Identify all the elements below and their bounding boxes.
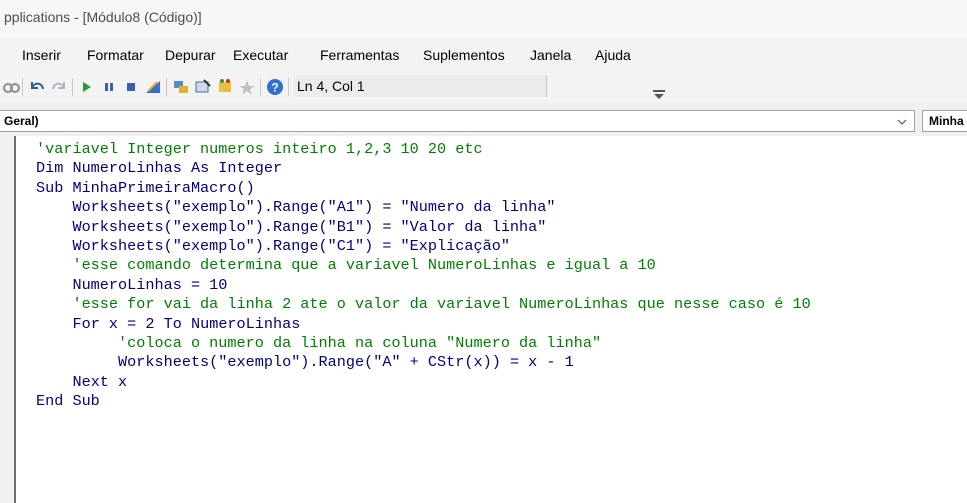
procedure-combo[interactable]: Minha: [922, 110, 967, 132]
code-comment: 'esse comando determina que a variavel N…: [36, 256, 656, 275]
design-mode-icon[interactable]: [144, 78, 162, 96]
procedure-combo-value: Minha: [929, 114, 964, 128]
cursor-position-box: Ln 4, Col 1: [294, 75, 547, 97]
project-explorer-icon[interactable]: [172, 78, 190, 96]
menu-executar[interactable]: Executar: [233, 47, 288, 63]
title-bar: pplications - [Módulo8 (Código)]: [0, 0, 967, 38]
code-comment: 'esse for vai da linha 2 ate o valor da …: [36, 295, 811, 314]
code-token: NumeroLinhas: [63, 159, 191, 178]
code-text[interactable]: 'variavel Integer numeros inteiro 1,2,3 …: [36, 140, 811, 411]
code-line[interactable]: Worksheets("exemplo").Range("C1") = "Exp…: [36, 237, 811, 256]
code-token: NumeroLinhas: [181, 314, 301, 333]
menu-formatar[interactable]: Formatar: [87, 47, 144, 63]
code-line[interactable]: Worksheets("exemplo").Range("A1") = "Num…: [36, 198, 811, 217]
undo-icon[interactable]: [28, 78, 46, 96]
margin-indicator-bar: [0, 136, 14, 503]
help-icon[interactable]: ?: [266, 78, 284, 96]
code-line[interactable]: Dim NumeroLinhas As Integer: [36, 159, 811, 178]
menu-ajuda[interactable]: Ajuda: [595, 47, 631, 63]
window-title: pplications - [Módulo8 (Código)]: [4, 9, 202, 25]
code-token: x = 2: [99, 314, 164, 333]
svg-text:?: ?: [271, 81, 278, 95]
code-line[interactable]: 'coloca o numero da linha na coluna "Num…: [36, 334, 811, 353]
toolbar-separator: [166, 78, 167, 96]
break-icon[interactable]: [100, 78, 118, 96]
menu-depurar[interactable]: Depurar: [165, 47, 216, 63]
code-keyword: End Sub: [36, 392, 100, 411]
chevron-down-icon[interactable]: [895, 117, 909, 127]
redo-icon[interactable]: [50, 78, 68, 96]
cursor-position-label: Ln 4, Col 1: [297, 78, 365, 94]
toolbar-separator: [288, 78, 289, 96]
menu-ferramentas[interactable]: Ferramentas: [320, 47, 399, 63]
code-keyword: Dim: [36, 159, 64, 178]
code-token: Worksheets("exemplo").Range("C1") = "Exp…: [36, 236, 510, 255]
code-keyword: CStr: [427, 353, 465, 372]
reset-icon[interactable]: [122, 78, 140, 96]
menu-suplementos[interactable]: Suplementos: [423, 47, 505, 63]
code-line[interactable]: End Sub: [36, 392, 811, 411]
menu-janela[interactable]: Janela: [530, 47, 571, 63]
code-token: NumeroLinhas = 10: [36, 275, 228, 294]
code-token: Worksheets("exemplo").Range("A" +: [36, 353, 428, 372]
toolbox-icon[interactable]: [238, 78, 256, 96]
code-keyword: Next: [72, 372, 109, 391]
menu-bar: Inserir Formatar Depurar Executar Ferram…: [0, 38, 967, 72]
code-line[interactable]: 'esse comando determina que a variavel N…: [36, 256, 811, 275]
code-line[interactable]: For x = 2 To NumeroLinhas: [36, 315, 811, 334]
code-keyword: Sub: [36, 178, 64, 197]
code-comment: 'variavel Integer numeros inteiro 1,2,3 …: [36, 140, 483, 158]
toolbar-overflow-icon[interactable]: [651, 88, 667, 100]
object-combo-value: Geral): [4, 114, 39, 128]
run-icon[interactable]: [78, 78, 96, 96]
object-combo[interactable]: Geral): [0, 110, 915, 132]
menu-inserir[interactable]: Inserir: [22, 47, 61, 63]
code-token: MinhaPrimeiraMacro(): [63, 178, 255, 197]
code-keyword: As Integer: [190, 159, 283, 178]
code-line[interactable]: Worksheets("exemplo").Range("A" + CStr(x…: [36, 353, 811, 372]
code-editor[interactable]: 'variavel Integer numeros inteiro 1,2,3 …: [14, 136, 967, 503]
code-line[interactable]: 'variavel Integer numeros inteiro 1,2,3 …: [36, 140, 811, 159]
code-keyword: To: [163, 314, 182, 333]
code-line[interactable]: Next x: [36, 373, 811, 392]
code-keyword: For: [72, 314, 100, 333]
object-browser-icon[interactable]: [216, 78, 234, 96]
standard-toolbar: ? Ln 4, Col 1: [0, 72, 967, 102]
code-line[interactable]: Sub MinhaPrimeiraMacro(): [36, 179, 811, 198]
code-token: Worksheets("exemplo").Range("B1") = "Val…: [36, 217, 547, 236]
find-icon[interactable]: [2, 78, 20, 96]
code-token: x: [108, 372, 128, 391]
code-comment: 'coloca o numero da linha na coluna "Num…: [36, 333, 602, 352]
properties-icon[interactable]: [194, 78, 212, 96]
code-token: Worksheets("exemplo").Range("A1") = "Num…: [36, 198, 556, 217]
code-line[interactable]: 'esse for vai da linha 2 ate o valor da …: [36, 295, 811, 314]
toolbar-separator: [260, 78, 261, 96]
code-combos: Geral) Minha: [0, 102, 967, 136]
toolbar-separator: [22, 78, 23, 96]
code-line[interactable]: NumeroLinhas = 10: [36, 276, 811, 295]
code-line[interactable]: Worksheets("exemplo").Range("B1") = "Val…: [36, 218, 811, 237]
toolbar-separator: [72, 78, 73, 96]
code-token: (x)) = x - 1: [464, 353, 574, 372]
